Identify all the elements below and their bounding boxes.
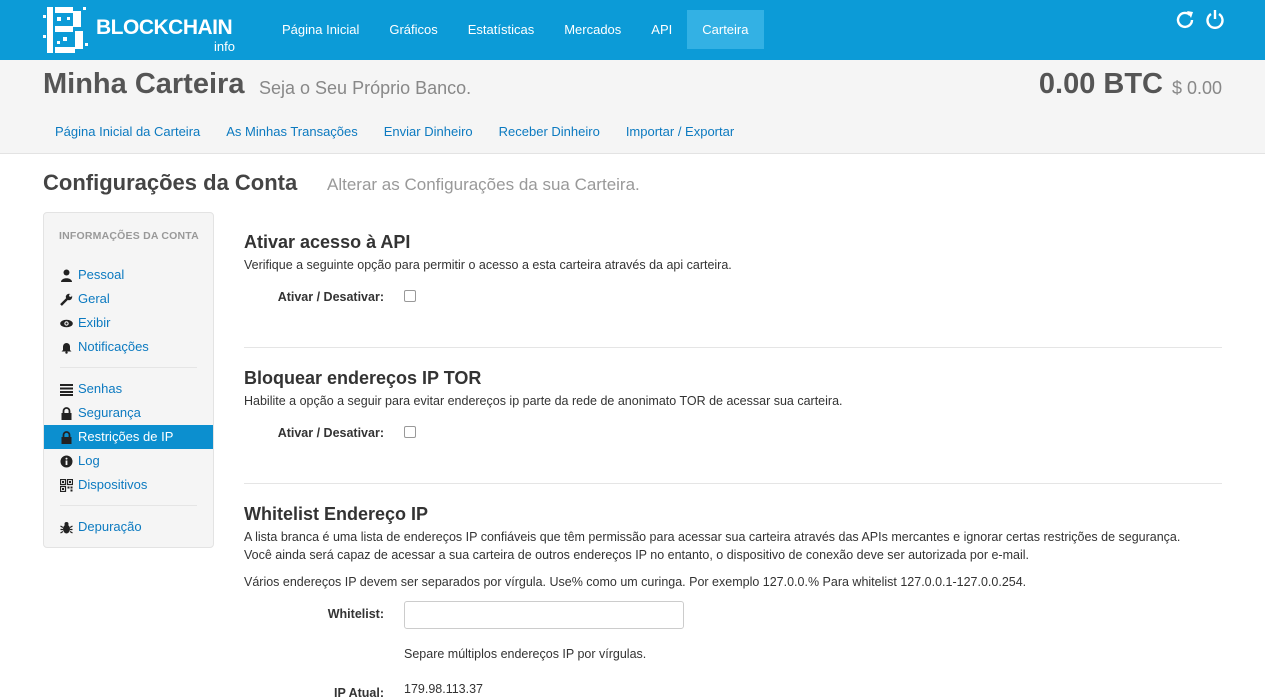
settings-sidebar: INFORMAÇÕES DA CONTA Pessoal Geral Exibi… [43,212,214,548]
wallet-tabs: Página Inicial da Carteira As Minhas Tra… [43,120,746,139]
current-ip-label: IP Atual: [333,686,384,698]
tab-transactions[interactable]: As Minhas Transações [214,120,370,139]
nav-markets[interactable]: Mercados [549,10,636,49]
whitelist-help-text: Separe múltiplos endereços IP por vírgul… [404,647,647,661]
sidebar-item-passwords[interactable]: Senhas [44,377,213,401]
tab-import-export[interactable]: Importar / Exportar [614,120,746,139]
blockchain-logo-mark [43,7,88,53]
sidebar-item-devices[interactable]: Dispositivos [44,473,213,497]
sidebar-item-display[interactable]: Exibir [44,311,213,335]
tor-block-checkbox[interactable] [404,426,416,438]
sidebar-item-label: Log [78,453,100,468]
sidebar-item-label: Pessoal [78,267,125,282]
whitelist-desc-1: A lista branca é uma lista de endereços … [244,530,1181,544]
qrcode-icon [60,479,73,492]
sidebar-item-label: Exibir [78,315,111,330]
sidebar-item-log[interactable]: Log [44,449,213,473]
tab-send[interactable]: Enviar Dinheiro [372,120,485,139]
blockchain-logo[interactable]: BLOCKCHAIN info [43,5,243,55]
refresh-icon[interactable] [1175,9,1195,29]
sidebar-divider [60,367,197,368]
section-divider [244,347,1222,348]
nav-stats[interactable]: Estatísticas [453,10,549,49]
section-divider [244,483,1222,484]
wallet-header: Minha Carteira Seja o Seu Próprio Banco.… [0,60,1265,154]
wrench-icon [60,293,73,306]
balance-btc[interactable]: 0.00 BTC [1039,68,1163,101]
power-icon[interactable] [1205,9,1225,29]
api-section-title: Ativar acesso à API [244,232,411,252]
whitelist-desc-2: Você ainda será capaz de acessar a sua c… [244,548,1029,562]
balance-usd[interactable]: $ 0.00 [1172,78,1222,99]
sidebar-item-label: Segurança [78,405,141,420]
lock-icon [61,431,72,444]
top-navbar: BLOCKCHAIN info Página Inicial Gráficos … [0,0,1265,60]
brand-sub: info [214,39,235,54]
sidebar-item-notifications[interactable]: Notificações [44,335,213,359]
sidebar-item-security[interactable]: Segurança [44,401,213,425]
api-section-desc: Verifique a seguinte opção para permitir… [244,258,732,272]
info-icon [60,455,73,468]
whitelist-desc-3: Vários endereços IP devem ser separados … [244,575,1027,589]
page-title: Configurações da Conta [43,170,298,195]
nav-charts[interactable]: Gráficos [374,10,452,49]
sidebar-item-label: Geral [78,291,110,306]
sidebar-header: INFORMAÇÕES DA CONTA [59,230,199,242]
bug-icon [60,522,73,534]
sidebar-item-ip-restrictions[interactable]: Restrições de IP [44,425,213,449]
whitelist-field-label: Whitelist: [327,607,384,621]
tor-toggle-label: Ativar / Desativar: [277,426,384,440]
list-icon [60,384,73,396]
main-nav: Página Inicial Gráficos Estatísticas Mer… [267,10,764,49]
nav-wallet[interactable]: Carteira [687,10,764,49]
page-subtitle: Alterar as Configurações da sua Carteira… [327,175,640,194]
nav-home[interactable]: Página Inicial [267,10,374,49]
wallet-title: Minha Carteira [43,68,245,100]
sidebar-item-label: Depuração [78,519,142,534]
sidebar-divider [60,505,197,506]
tab-wallet-home[interactable]: Página Inicial da Carteira [43,120,212,139]
eye-icon [60,319,73,328]
sidebar-item-label: Senhas [78,381,123,396]
sidebar-item-debug[interactable]: Depuração [44,515,213,539]
api-toggle-label: Ativar / Desativar: [277,290,384,304]
sidebar-item-label: Dispositivos [78,477,148,492]
tor-section-desc: Habilite a opção a seguir para evitar en… [244,394,843,408]
api-enable-checkbox[interactable] [404,290,416,302]
brand-name: BLOCKCHAIN [96,16,233,39]
user-icon [61,269,72,282]
whitelist-section-title: Whitelist Endereço IP [244,504,429,524]
whitelist-input[interactable] [404,601,684,629]
current-ip-value: 179.98.113.37 [404,682,484,696]
sidebar-item-general[interactable]: Geral [44,287,213,311]
sidebar-item-label: Notificações [78,339,149,354]
top-icons [1175,9,1225,29]
bell-icon [61,343,72,354]
sidebar-item-personal[interactable]: Pessoal [44,263,213,287]
tor-section-title: Bloquear endereços IP TOR [244,368,482,388]
sidebar-item-label: Restrições de IP [78,429,174,444]
lock-icon [61,407,72,420]
tab-receive[interactable]: Receber Dinheiro [487,120,612,139]
nav-api[interactable]: API [636,10,687,49]
wallet-subtitle: Seja o Seu Próprio Banco. [259,78,472,98]
